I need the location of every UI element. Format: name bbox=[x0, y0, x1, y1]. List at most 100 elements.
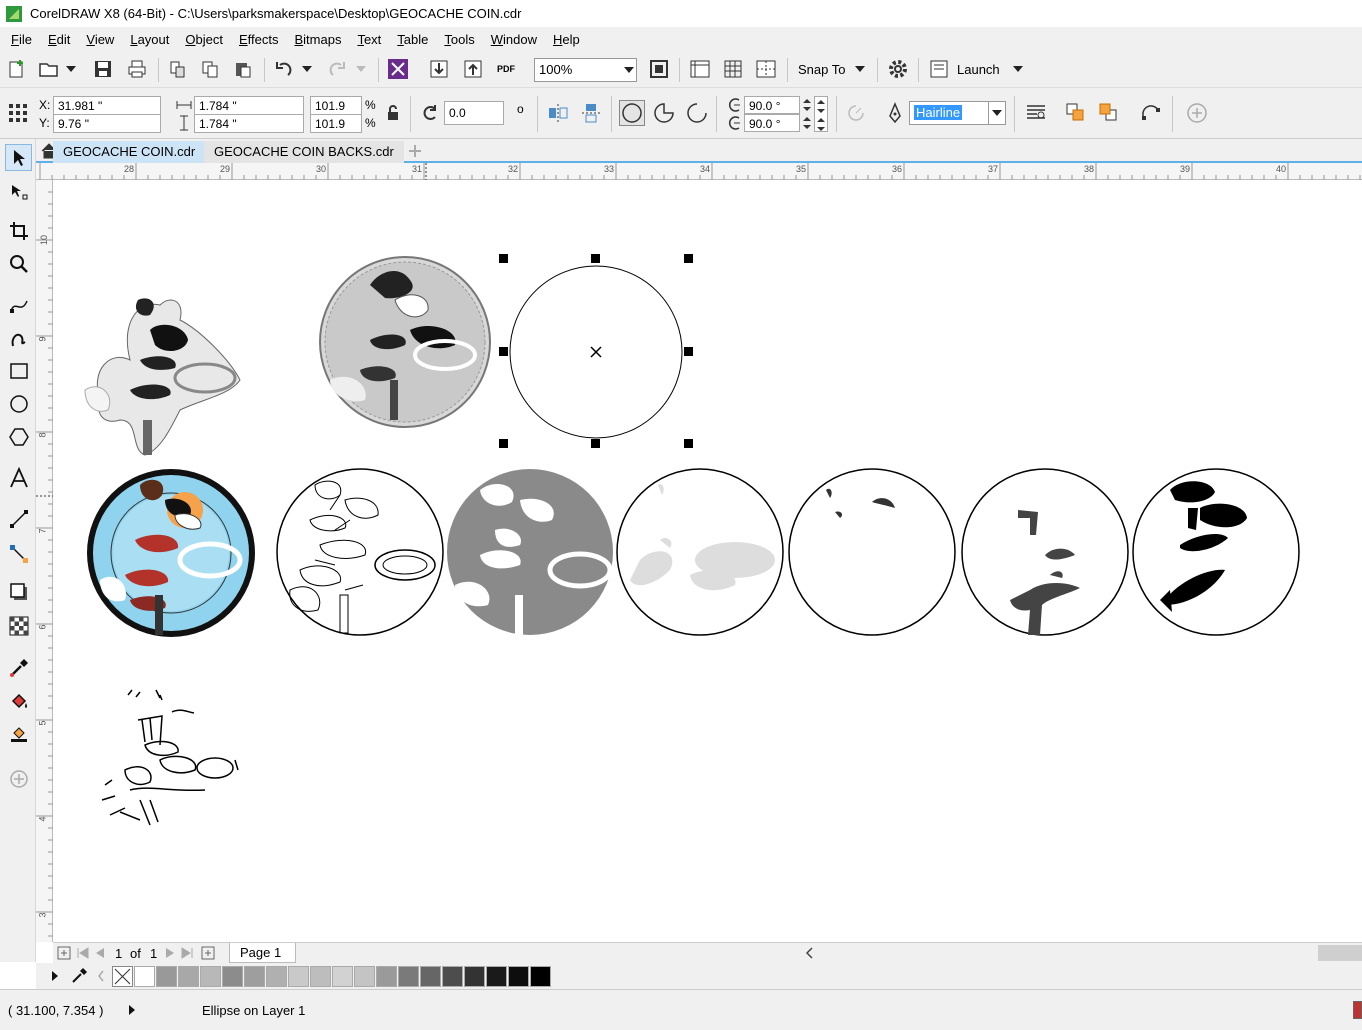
paste-button[interactable] bbox=[230, 56, 256, 82]
y-position-input[interactable]: 9.76 " bbox=[53, 114, 161, 133]
tab-geocache-coin[interactable]: GEOCACHE COIN.cdr bbox=[53, 141, 211, 163]
menu-tools[interactable]: Tools bbox=[439, 32, 485, 47]
menu-help[interactable]: Help bbox=[548, 32, 591, 47]
import-button[interactable] bbox=[426, 56, 452, 82]
last-page-button[interactable] bbox=[180, 946, 194, 960]
coin-black-layer[interactable] bbox=[1132, 468, 1300, 636]
menu-text[interactable]: Text bbox=[352, 32, 392, 47]
ellipse-tool[interactable] bbox=[5, 390, 32, 417]
smart-fill-tool[interactable] bbox=[5, 720, 32, 747]
show-guidelines-button[interactable] bbox=[753, 56, 779, 82]
coin-small-marks-layer[interactable] bbox=[788, 468, 956, 636]
mirror-horizontal-button[interactable] bbox=[545, 100, 571, 126]
next-page-button[interactable] bbox=[163, 946, 177, 960]
menu-object[interactable]: Object bbox=[180, 32, 234, 47]
color-swatch[interactable] bbox=[486, 966, 507, 987]
status-expand-button[interactable] bbox=[126, 1003, 138, 1017]
open-button[interactable] bbox=[36, 56, 62, 82]
vertical-ruler[interactable]: 10 9 8 7 6 5 4 3 bbox=[36, 180, 53, 942]
customize-toolbar-button[interactable] bbox=[1184, 100, 1210, 126]
pick-tool[interactable] bbox=[5, 144, 32, 171]
color-swatch[interactable] bbox=[310, 966, 331, 987]
document-palette-eyedropper[interactable] bbox=[70, 967, 88, 985]
pie-mode-button[interactable] bbox=[651, 100, 677, 126]
palette-scroll-button[interactable] bbox=[50, 970, 60, 982]
color-swatch[interactable] bbox=[354, 966, 375, 987]
redo-button[interactable] bbox=[324, 56, 350, 82]
menu-file[interactable]: File bbox=[6, 32, 43, 47]
show-grid-button[interactable] bbox=[720, 56, 746, 82]
color-swatch[interactable] bbox=[200, 966, 221, 987]
color-swatch[interactable] bbox=[332, 966, 353, 987]
menu-effects[interactable]: Effects bbox=[234, 32, 290, 47]
save-button[interactable] bbox=[90, 56, 116, 82]
polygon-tool[interactable] bbox=[5, 423, 32, 450]
drawing-canvas[interactable] bbox=[53, 180, 1362, 942]
start-angle-input[interactable]: 90.0 ° bbox=[744, 96, 800, 114]
start-angle-spinner[interactable] bbox=[800, 96, 814, 114]
object-height-input[interactable]: 1.784 " bbox=[194, 114, 304, 133]
snap-to-dropdown[interactable] bbox=[851, 56, 869, 82]
object-origin-button[interactable] bbox=[5, 100, 31, 126]
color-eyedropper-tool[interactable] bbox=[5, 654, 32, 681]
show-rulers-button[interactable] bbox=[687, 56, 713, 82]
scale-width-input[interactable]: 101.9 bbox=[310, 96, 362, 115]
wrap-text-button[interactable] bbox=[1023, 100, 1049, 126]
horizontal-ruler[interactable]: 28 29 30 31 32 33 34 35 36 37 38 39 40 bbox=[36, 163, 1362, 180]
open-recent-dropdown[interactable] bbox=[62, 56, 80, 82]
shape-tool[interactable] bbox=[5, 178, 32, 205]
color-swatch[interactable] bbox=[156, 966, 177, 987]
sketch-line-art[interactable] bbox=[101, 689, 239, 826]
coin-gray-fill-layer[interactable] bbox=[447, 469, 613, 635]
menu-view[interactable]: View bbox=[81, 32, 125, 47]
text-tool[interactable] bbox=[5, 464, 32, 491]
color-swatch[interactable] bbox=[508, 966, 529, 987]
end-angle-input[interactable]: 90.0 ° bbox=[744, 114, 800, 132]
coin-darkgray-layer[interactable] bbox=[961, 468, 1129, 636]
add-page-before-button[interactable] bbox=[57, 946, 71, 960]
selected-ellipse[interactable] bbox=[509, 265, 683, 439]
current-page-number[interactable]: 1 bbox=[115, 946, 122, 961]
horizontal-scrollbar-thumb[interactable] bbox=[1318, 945, 1362, 961]
x-position-input[interactable]: 31.981 " bbox=[53, 96, 161, 115]
color-swatch[interactable] bbox=[398, 966, 419, 987]
freehand-tool[interactable] bbox=[5, 291, 32, 318]
coin-gray-photo[interactable] bbox=[319, 256, 491, 428]
ellipse-mode-button[interactable] bbox=[619, 100, 645, 126]
menu-edit[interactable]: Edit bbox=[43, 32, 81, 47]
artistic-media-tool[interactable] bbox=[5, 324, 32, 351]
color-swatch[interactable] bbox=[266, 966, 287, 987]
menu-table[interactable]: Table bbox=[392, 32, 439, 47]
color-swatch[interactable] bbox=[134, 966, 155, 987]
color-swatch[interactable] bbox=[530, 966, 551, 987]
connector-tool[interactable] bbox=[5, 540, 32, 567]
quick-customize-button[interactable] bbox=[5, 765, 32, 792]
outline-width-input[interactable]: Hairline bbox=[909, 101, 989, 125]
outline-width-dropdown[interactable] bbox=[988, 101, 1006, 125]
coin-trace-bitmap[interactable] bbox=[84, 298, 241, 456]
direction-button[interactable] bbox=[843, 100, 869, 126]
palette-scroll-left[interactable] bbox=[96, 969, 106, 983]
application-launcher-icon-button[interactable] bbox=[926, 56, 952, 82]
coin-lightgray-layer[interactable] bbox=[616, 468, 784, 636]
full-screen-button[interactable] bbox=[646, 56, 672, 82]
zoom-dropdown[interactable] bbox=[621, 58, 637, 82]
undo-button[interactable] bbox=[271, 56, 297, 82]
zoom-tool[interactable] bbox=[5, 250, 32, 277]
end-angle-spinner[interactable] bbox=[800, 114, 814, 132]
rotation-angle-input[interactable]: 0.0 bbox=[444, 101, 504, 125]
color-swatch[interactable] bbox=[222, 966, 243, 987]
dimension-tool[interactable] bbox=[5, 505, 32, 532]
redo-dropdown[interactable] bbox=[352, 56, 370, 82]
snap-to-button[interactable]: Snap To bbox=[798, 62, 845, 77]
copy-button[interactable] bbox=[197, 56, 223, 82]
export-button[interactable] bbox=[460, 56, 486, 82]
color-swatch[interactable] bbox=[376, 966, 397, 987]
no-color-swatch[interactable] bbox=[112, 966, 133, 987]
object-width-input[interactable]: 1.784 " bbox=[194, 96, 304, 115]
launch-dropdown[interactable] bbox=[1009, 56, 1027, 82]
search-content-button[interactable] bbox=[385, 56, 411, 82]
tab-geocache-coin-backs[interactable]: GEOCACHE COIN BACKS.cdr bbox=[204, 141, 404, 163]
transparency-tool[interactable] bbox=[5, 612, 32, 639]
menu-window[interactable]: Window bbox=[486, 32, 548, 47]
